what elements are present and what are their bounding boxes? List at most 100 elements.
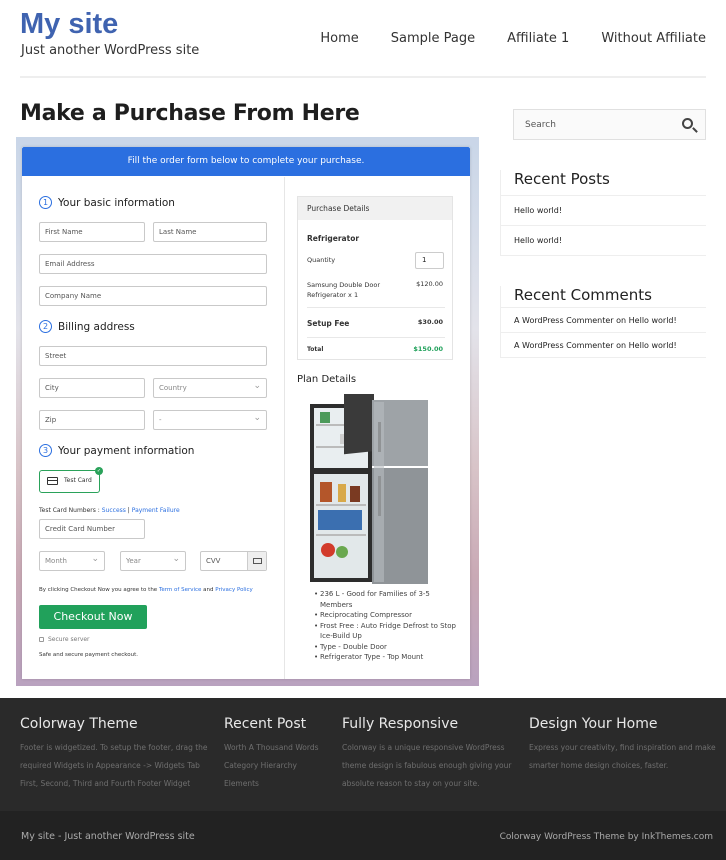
street-field[interactable]: Street xyxy=(39,346,267,366)
zip-field[interactable]: Zip xyxy=(39,410,145,430)
search-input[interactable]: Search xyxy=(513,109,706,140)
total-price: $150.00 xyxy=(413,345,443,353)
purchase-details-heading: Purchase Details xyxy=(298,197,452,220)
step-number: 1 xyxy=(39,196,52,209)
purchase-divider xyxy=(307,337,445,338)
payment-failure-link[interactable]: Payment Failure xyxy=(132,507,180,514)
company-field[interactable]: Company Name xyxy=(39,286,267,306)
step-basic-info: 1 Your basic information xyxy=(39,196,175,209)
item-name: Samsung Double Door Refrigerator x 1 xyxy=(307,280,380,300)
site-tagline: Just another WordPress site xyxy=(21,43,200,58)
feature-item: Type - Double Door xyxy=(314,642,464,653)
feature-item: 236 L - Good for Families of 3-5 Members xyxy=(314,589,464,610)
lock-icon xyxy=(39,637,44,642)
order-banner: Fill the order form below to complete yo… xyxy=(22,147,470,176)
quantity-input[interactable]: 1 xyxy=(415,252,444,269)
footer-col-title: Colorway Theme xyxy=(20,716,138,732)
footer-col-colorway: Colorway Theme Footer is widgetized. To … xyxy=(20,716,215,793)
main-nav: Home Sample Page Affiliate 1 Without Aff… xyxy=(288,31,706,46)
recent-post-link[interactable]: Hello world! xyxy=(501,226,706,256)
recent-comments-heading: Recent Comments xyxy=(501,286,706,308)
secure-server: Secure server xyxy=(39,636,90,643)
secure-server-label: Secure server xyxy=(48,636,90,643)
test-card-option[interactable]: Test Card ✓ xyxy=(39,467,103,493)
search-icon[interactable] xyxy=(682,118,693,129)
country-select[interactable]: Country xyxy=(153,377,267,398)
setup-fee-price: $30.00 xyxy=(417,318,443,326)
test-card-prefix: Test Card Numbers : xyxy=(39,507,102,514)
comment-post[interactable]: Hello world! xyxy=(629,316,677,325)
footer-link[interactable]: Elements xyxy=(224,775,334,793)
last-name-field[interactable]: Last Name xyxy=(153,222,267,242)
plan-details-heading: Plan Details xyxy=(297,374,357,385)
footer-widgets: Colorway Theme Footer is widgetized. To … xyxy=(0,698,726,811)
footer-col-line: theme design is fabulous enough giving y… xyxy=(342,761,512,770)
cvv-field[interactable]: CVV xyxy=(200,551,267,571)
footer-col-title: Recent Post xyxy=(224,716,307,732)
footer-copyright: My site - Just another WordPress site xyxy=(21,831,195,842)
recent-comments-widget: Recent Comments A WordPress Commenter on… xyxy=(500,286,706,358)
footer-theme-credit[interactable]: Colorway WordPress Theme by InkThemes.co… xyxy=(500,832,713,842)
item-name-line-1: Samsung Double Door xyxy=(307,281,380,289)
recent-comment: A WordPress Commenter on Hello world! xyxy=(501,333,706,358)
email-field[interactable]: Email Address xyxy=(39,254,267,274)
refrigerator-image xyxy=(310,394,428,584)
card-number-field[interactable]: Credit Card Number xyxy=(39,519,145,539)
feature-item: Refrigerator Type - Top Mount xyxy=(314,652,464,663)
nav-home[interactable]: Home xyxy=(320,31,358,46)
footer-link[interactable]: Worth A Thousand Words xyxy=(224,739,334,757)
comment-author[interactable]: A WordPress Commenter xyxy=(514,316,614,325)
page-title: Make a Purchase From Here xyxy=(20,101,360,126)
footer-col-line: Footer is widgetized. To setup the foote… xyxy=(20,743,208,752)
purchase-details: Purchase Details Refrigerator Quantity 1… xyxy=(297,196,453,360)
footer-bottom-bar: My site - Just another WordPress site Co… xyxy=(0,811,726,860)
header-divider xyxy=(20,76,706,78)
credit-card-icon xyxy=(47,477,58,485)
state-select[interactable]: - xyxy=(153,409,267,430)
purchase-divider xyxy=(307,307,445,308)
footer-col-recent-post: Recent Post Worth A Thousand Words Categ… xyxy=(224,716,334,793)
recent-posts-widget: Recent Posts Hello world! Hello world! xyxy=(500,170,706,256)
step-billing-address: 2 Billing address xyxy=(39,320,135,333)
nav-sample-page[interactable]: Sample Page xyxy=(391,31,475,46)
step-label: Billing address xyxy=(58,320,135,333)
site-header: My site Just another WordPress site Home… xyxy=(0,0,726,78)
feature-item: Frost Free : Auto Fridge Defrost to Stop… xyxy=(314,621,464,642)
cvv-placeholder: CVV xyxy=(206,557,221,565)
comment-on: on xyxy=(613,316,629,325)
recent-post-link[interactable]: Hello world! xyxy=(501,196,706,226)
nav-affiliate-1[interactable]: Affiliate 1 xyxy=(507,31,569,46)
column-divider xyxy=(284,177,285,679)
terms-and: and xyxy=(201,587,216,593)
footer-col-responsive: Fully Responsive Colorway is a unique re… xyxy=(342,716,522,793)
comment-post[interactable]: Hello world! xyxy=(629,341,677,350)
year-select[interactable]: Year xyxy=(120,550,186,571)
step-payment-info: 3 Your payment information xyxy=(39,444,194,457)
plan-features-list: 236 L - Good for Families of 3-5 Members… xyxy=(314,589,464,663)
month-select[interactable]: Month xyxy=(39,550,105,571)
comment-on: on xyxy=(613,341,629,350)
step-label: Your basic information xyxy=(58,196,175,209)
site-title[interactable]: My site xyxy=(20,8,118,41)
step-number: 2 xyxy=(39,320,52,333)
test-card-label: Test Card xyxy=(64,477,92,484)
footer-col-line: absolute reason to stay on your site. xyxy=(342,779,480,788)
privacy-policy-link[interactable]: Privacy Policy xyxy=(215,587,252,593)
test-card-numbers: Test Card Numbers : Success | Payment Fa… xyxy=(39,507,180,514)
feature-item: Reciprocating Compressor xyxy=(314,610,464,621)
quantity-label: Quantity xyxy=(307,256,336,264)
item-price: $120.00 xyxy=(416,280,443,288)
nav-without-affiliate[interactable]: Without Affiliate xyxy=(601,31,706,46)
checkout-now-button[interactable]: Checkout Now xyxy=(39,605,147,629)
city-field[interactable]: City xyxy=(39,378,145,398)
footer-col-title: Fully Responsive xyxy=(342,716,459,732)
footer-col-design: Design Your Home Express your creativity… xyxy=(529,716,724,775)
comment-author[interactable]: A WordPress Commenter xyxy=(514,341,614,350)
footer-link[interactable]: Category Hierarchy xyxy=(224,757,334,775)
success-link[interactable]: Success xyxy=(102,507,126,514)
first-name-field[interactable]: First Name xyxy=(39,222,145,242)
terms-of-service-link[interactable]: Term of Service xyxy=(159,587,201,593)
terms-text: By clicking Checkout Now you agree to th… xyxy=(39,587,253,593)
footer-col-line: smarter home design choices, faster. xyxy=(529,761,669,770)
footer-col-line: First, Second, Third and Fourth Footer W… xyxy=(20,779,191,788)
